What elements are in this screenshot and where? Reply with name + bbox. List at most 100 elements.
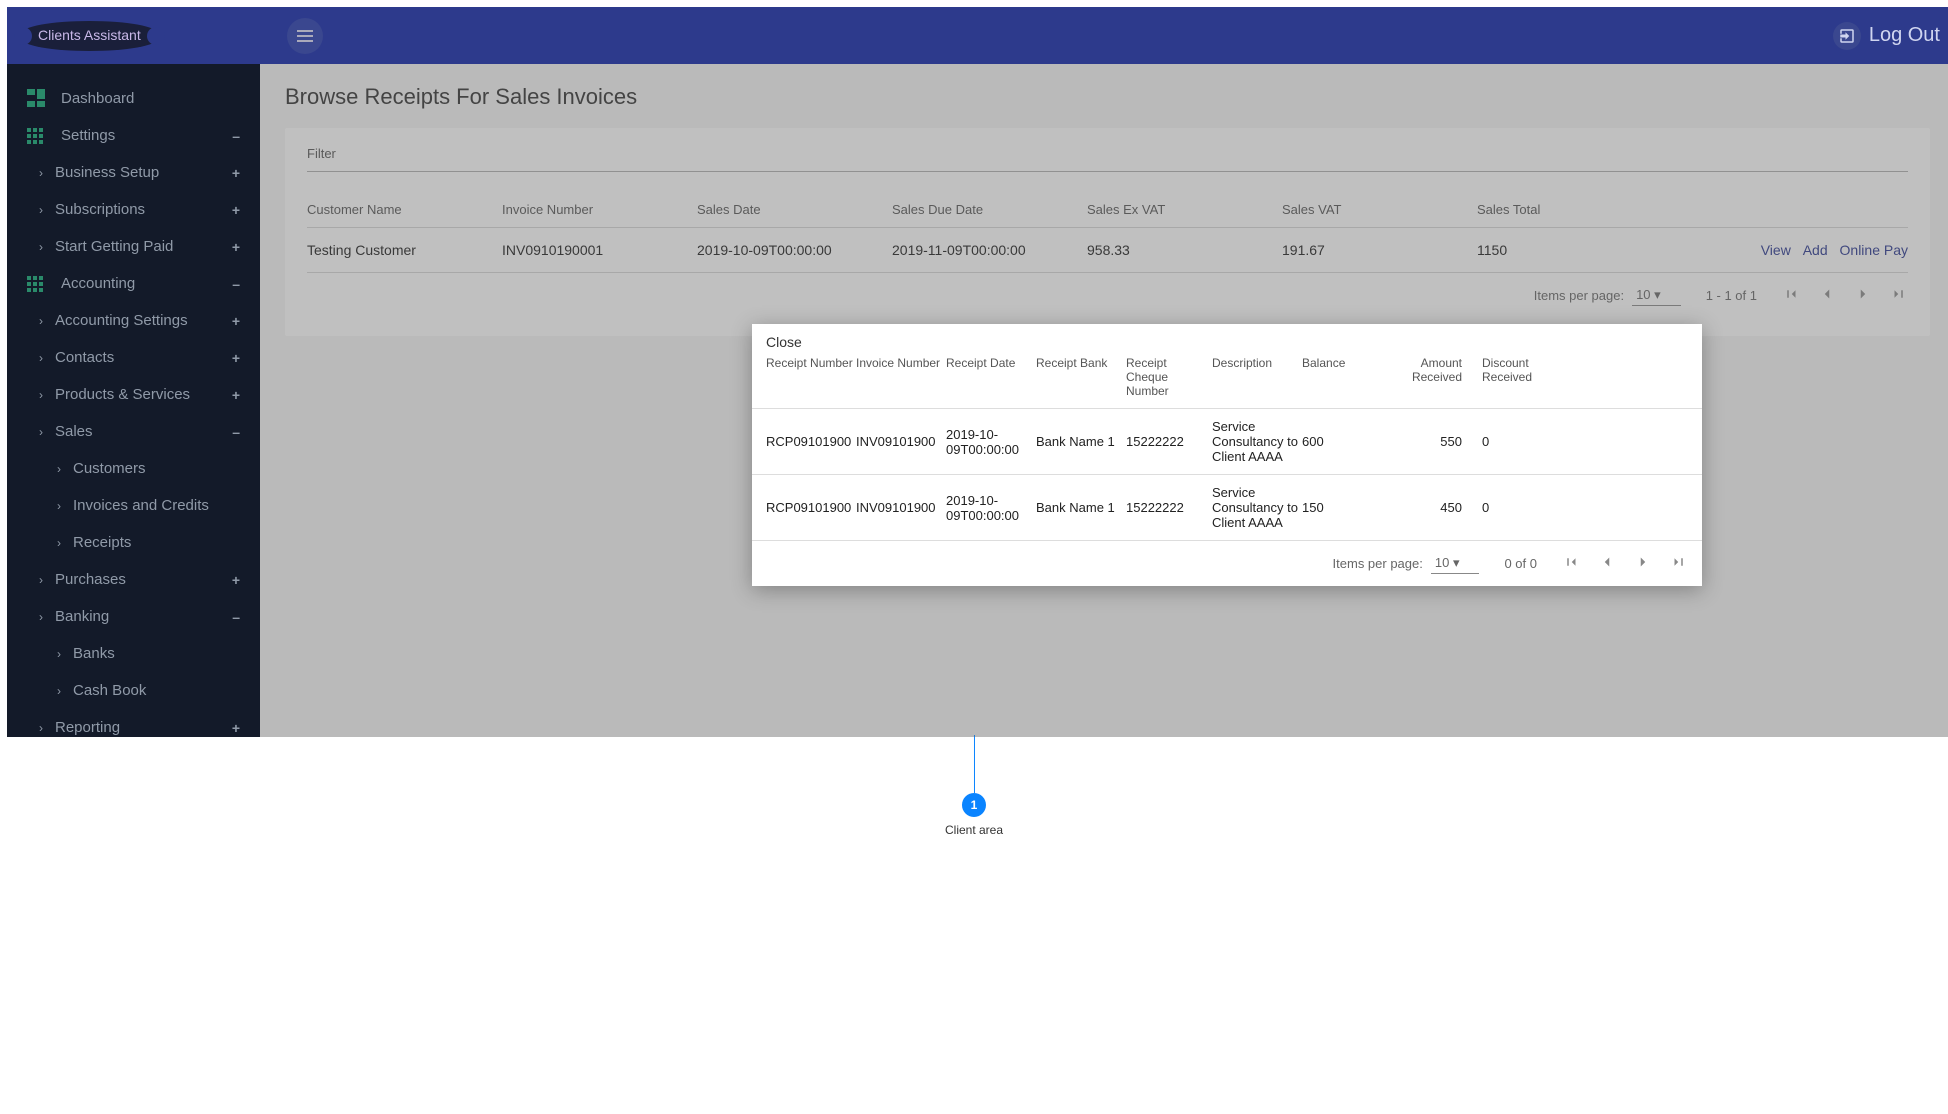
sidebar-item-contacts[interactable]: › Contacts + [7,339,260,376]
mcell-receipt-bank: Bank Name 1 [1036,434,1126,449]
sidebar-item-purchases[interactable]: › Purchases + [7,561,260,598]
sidebar-item-label: Customers [73,460,146,477]
content-area: Browse Receipts For Sales Invoices Filte… [260,64,1948,737]
mcell-invoice-number: INV09101900 [856,434,946,449]
chevron-right-icon: › [39,388,43,402]
sidebar-item-products-services[interactable]: › Products & Services + [7,376,260,413]
sidebar-item-sales[interactable]: ›Sales– [7,413,260,450]
mcell-discount-received: 0 [1482,434,1572,449]
expand-icon: + [232,239,240,255]
mcell-amount-received: 450 [1392,500,1482,515]
sidebar-item-receipts[interactable]: › Receipts [7,524,260,561]
mcell-invoice-number: INV09101900 [856,500,946,515]
logout-label: Log Out [1869,24,1940,47]
dashboard-icon [27,89,47,107]
sidebar-item-invoices-and-credits[interactable]: › Invoices and Credits [7,487,260,524]
sidebar-item-business-setup[interactable]: › Business Setup + [7,154,260,191]
grid-icon [27,128,47,144]
sidebar-item-label: Sales [55,423,93,440]
expand-icon: – [232,609,240,625]
expand-icon: + [232,313,240,329]
mcol-amount-received: Amount Received [1392,356,1482,398]
mcell-cheque-number: 15222222 [1126,434,1212,449]
mcell-amount-received: 550 [1392,434,1482,449]
grid-icon [27,276,47,292]
sidebar-item-label: Cash Book [73,682,146,699]
sidebar-item-label: Start Getting Paid [55,238,173,255]
sidebar-item-banking[interactable]: › Banking – [7,598,260,635]
mcell-receipt-date: 2019-10-09T00:00:00 [946,427,1036,457]
sidebar-item-label: Business Setup [55,164,159,181]
mcell-receipt-number: RCP09101900 [766,500,856,515]
sidebar-item-cash-book[interactable]: ›Cash Book [7,672,260,709]
annotation: 1 Client area [945,735,1003,837]
mcell-receipt-number: RCP09101900 [766,434,856,449]
modal-close-button[interactable]: Close [752,324,1702,356]
mcol-balance: Balance [1302,356,1392,398]
receipts-modal: Close Receipt Number Invoice Number Rece… [752,324,1702,586]
logo-badge: Clients Assistant [22,21,157,51]
sidebar-item-dashboard[interactable]: Dashboard [7,79,260,117]
logout-icon [1833,22,1861,50]
chevron-right-icon: › [39,610,43,624]
modal-pager-prev-icon[interactable] [1598,553,1616,574]
hamburger-menu-button[interactable] [287,18,323,54]
sidebar-item-label: Receipts [73,534,131,551]
hamburger-icon [297,30,313,42]
sidebar-item-settings[interactable]: Settings – [7,117,260,154]
sidebar-item-label: Invoices and Credits [73,497,209,514]
sidebar-item-label: Accounting Settings [55,312,188,329]
sidebar-item-label: Purchases [55,571,126,588]
chevron-right-icon: › [57,499,61,513]
mcol-description: Description [1212,356,1302,398]
sidebar-item-label: Subscriptions [55,201,145,218]
expand-icon: – [232,128,240,144]
mcell-description: Service Consultancy to Client AAAA [1212,419,1302,464]
sidebar-item-accounting[interactable]: Accounting– [7,265,260,302]
mcell-cheque-number: 15222222 [1126,500,1212,515]
chevron-right-icon: › [57,462,61,476]
mcol-cheque-number: Receipt Cheque Number [1126,356,1212,398]
sidebar-item-subscriptions[interactable]: ›Subscriptions+ [7,191,260,228]
modal-pager-next-icon[interactable] [1634,553,1652,574]
modal-row: RCP09101900INV091019002019-10-09T00:00:0… [752,474,1702,540]
chevron-right-icon: › [39,573,43,587]
mcol-receipt-number: Receipt Number [766,356,856,398]
logout-button[interactable]: Log Out [1833,22,1940,50]
expand-icon: + [232,387,240,403]
sidebar-item-accounting-settings[interactable]: ›Accounting Settings+ [7,302,260,339]
expand-icon: + [232,350,240,366]
top-bar: Clients Assistant Log Out [7,7,1948,64]
sidebar-item-label: Banking [55,608,109,625]
chevron-right-icon: › [39,351,43,365]
mcol-invoice-number: Invoice Number [856,356,946,398]
mcell-receipt-date: 2019-10-09T00:00:00 [946,493,1036,523]
sidebar-item-label: Settings [61,127,115,144]
chevron-right-icon: › [39,425,43,439]
mcell-discount-received: 0 [1482,500,1572,515]
annotation-label: Client area [945,823,1003,837]
modal-header: Receipt Number Invoice Number Receipt Da… [752,356,1702,408]
sidebar-item-label: Products & Services [55,386,190,403]
modal-pager-items-label: Items per page: [1333,556,1423,571]
mcell-receipt-bank: Bank Name 1 [1036,500,1126,515]
sidebar-item-label: Contacts [55,349,114,366]
mcol-receipt-date: Receipt Date [946,356,1036,398]
expand-icon: + [232,202,240,218]
sidebar-item-start-getting-paid[interactable]: ›Start Getting Paid+ [7,228,260,265]
sidebar-item-banks[interactable]: ›Banks [7,635,260,672]
modal-pager-range: 0 of 0 [1504,556,1537,571]
expand-icon: + [232,572,240,588]
expand-icon: + [232,165,240,181]
sidebar-item-label: Reporting [55,719,120,736]
chevron-right-icon: › [39,166,43,180]
modal-pager-items-select[interactable]: 10 ▾ [1431,553,1480,574]
modal-pager-first-icon[interactable] [1562,553,1580,574]
modal-row: RCP09101900INV091019002019-10-09T00:00:0… [752,408,1702,474]
chevron-right-icon: › [39,721,43,735]
mcell-description: Service Consultancy to Client AAAA [1212,485,1302,530]
sidebar-item-customers[interactable]: › Customers [7,450,260,487]
sidebar-item-reporting[interactable]: ›Reporting+ [7,709,260,737]
modal-pager-last-icon[interactable] [1670,553,1688,574]
chevron-right-icon: › [57,536,61,550]
